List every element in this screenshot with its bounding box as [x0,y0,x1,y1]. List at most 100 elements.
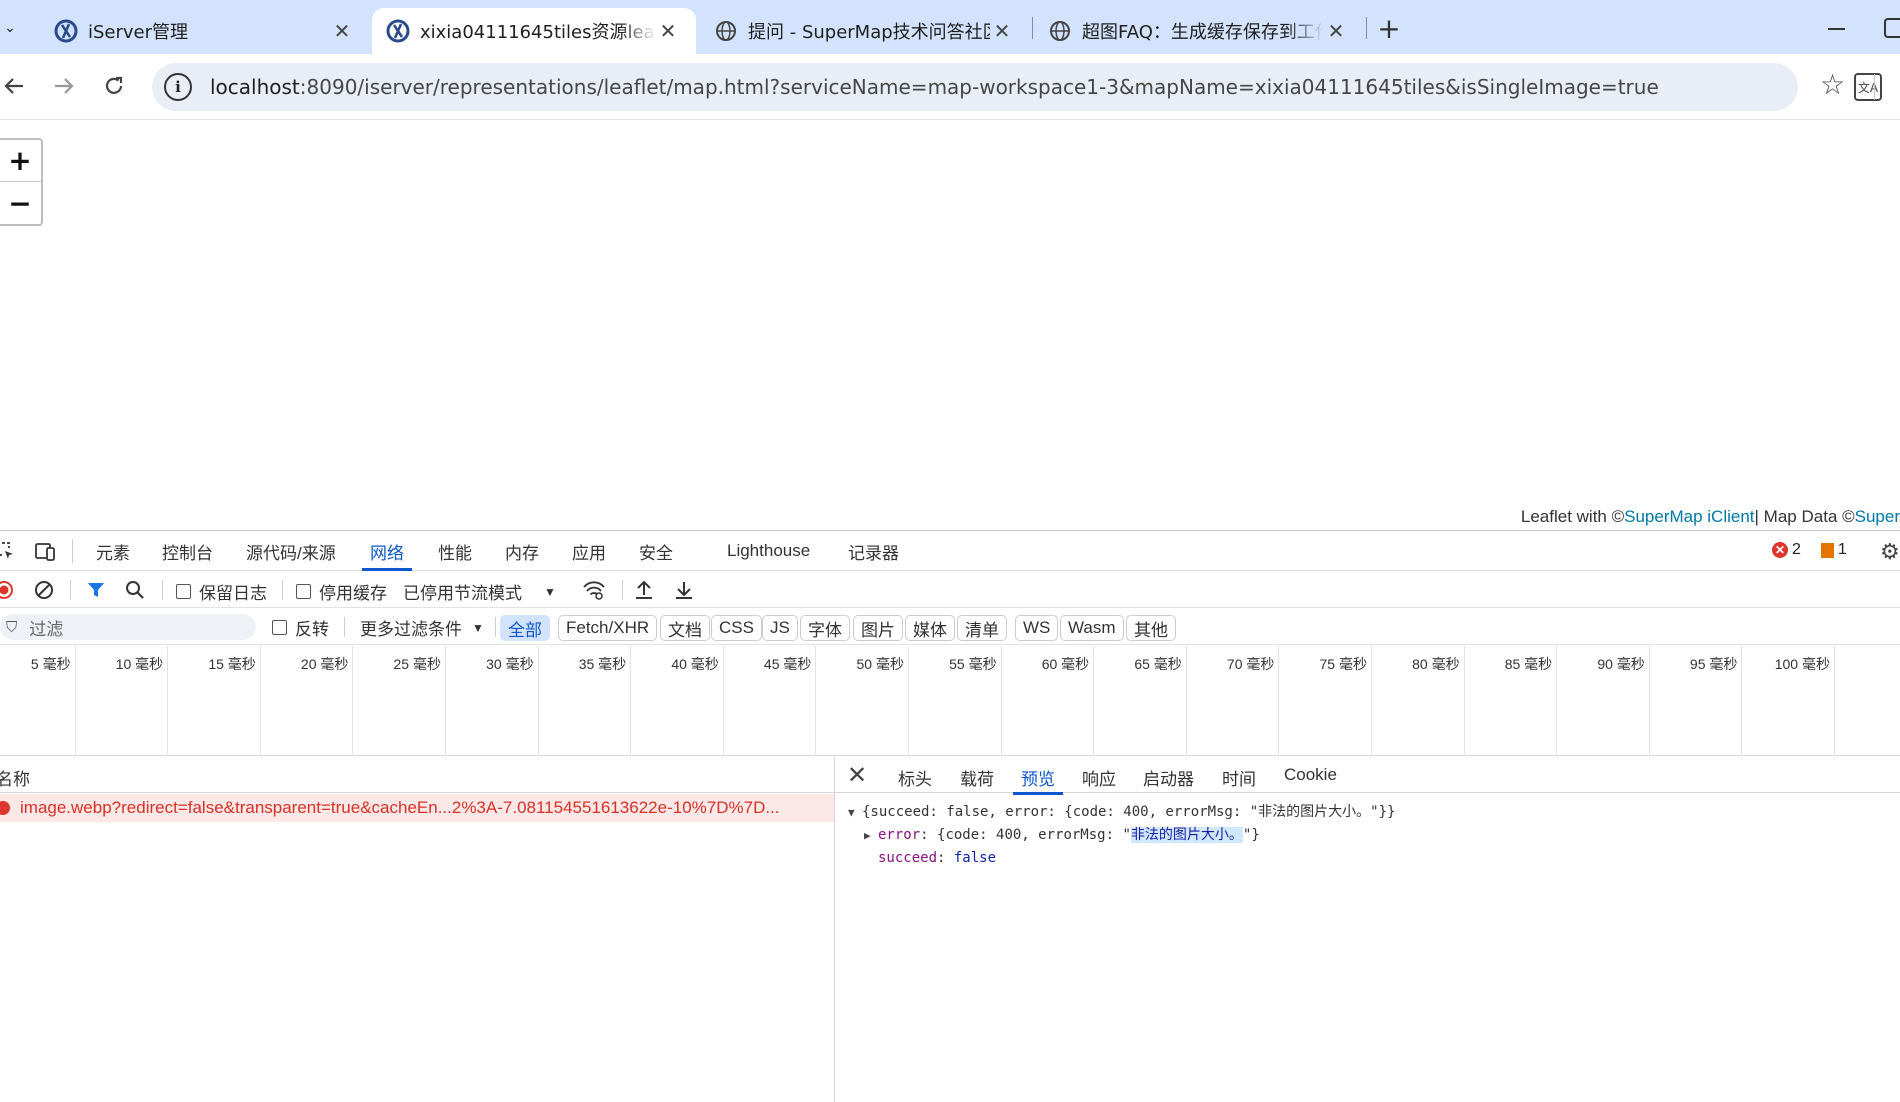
filter-chip-wasm[interactable]: Wasm [1060,615,1124,641]
filter-input[interactable]: ⛉ 过滤 [0,614,256,640]
disable-cache-checkbox[interactable]: 停用缓存 [296,579,387,604]
detail-tab-payload[interactable]: 载荷 [960,765,994,790]
devtools-tab-sources[interactable]: 源代码/来源 [246,531,336,571]
collapsed-triangle-icon[interactable]: ▶ [864,824,878,847]
minimize-window-icon[interactable] [1822,14,1852,42]
filter-chip-css[interactable]: CSS [711,615,762,641]
preserve-log-checkbox[interactable]: 保留日志 [176,579,267,604]
filter-chip-media[interactable]: 媒体 [905,615,955,641]
forward-arrow-icon[interactable] [44,66,84,106]
json-root-line[interactable]: ▼ {succeed: false, error: {code: 400, err… [848,801,1395,824]
timeline-column: 80 毫秒 [1372,646,1465,756]
map-viewport[interactable]: + − Leaflet with © SuperMap iClient | Ma… [0,121,1900,530]
devtools-tab-memory[interactable]: 内存 [505,531,539,571]
filter-chip-other[interactable]: 其他 [1126,615,1176,641]
url-path: :8090/iserver/representations/leaflet/ma… [299,75,1659,99]
export-har-download-icon[interactable] [674,579,694,601]
name-column-header[interactable]: 名称 [0,765,30,790]
site-info-icon[interactable]: i [164,73,192,101]
close-icon[interactable]: ✕ [847,761,867,790]
translate-icon[interactable]: 文A [1854,73,1882,101]
url-text[interactable]: localhost:8090/iserver/representations/l… [210,75,1659,99]
expanded-triangle-icon[interactable]: ▼ [848,801,862,824]
timeline-tick-label: 25 毫秒 [393,656,441,672]
filter-chip-img[interactable]: 图片 [853,615,903,641]
filter-chip-doc[interactable]: 文档 [660,615,710,641]
devtools-tab-console[interactable]: 控制台 [162,531,213,571]
supermap-favicon-icon [386,19,410,43]
tab-close-icon[interactable]: ✕ [1324,19,1348,43]
detail-tab-initiator[interactable]: 启动器 [1143,765,1194,790]
more-filters-dropdown[interactable]: 更多过滤条件 ▼ [360,615,484,640]
supermap-link[interactable]: Super [1855,507,1900,527]
inspect-element-icon[interactable] [0,540,16,562]
detail-tab-cookies[interactable]: Cookie [1284,765,1337,785]
device-toolbar-icon[interactable] [34,540,56,562]
json-value: "} [1242,827,1260,843]
timeline-tick-label: 65 毫秒 [1134,656,1182,672]
issues-counter[interactable]: ✕ 2 1 [1772,541,1847,559]
bookmarks-star-icon[interactable]: ☆ [1820,68,1845,101]
tab-search-dropdown-icon[interactable]: ⌄ [0,16,20,40]
zoom-in-button[interactable]: + [0,140,41,182]
json-error-line[interactable]: ▶ error: {code: 400, errorMsg: "非法的图片大小。"… [848,824,1395,847]
timeline-tick-label: 15 毫秒 [208,656,256,672]
clear-icon[interactable] [34,580,54,600]
request-row[interactable]: image.webp?redirect=false&transparent=tr… [0,794,834,822]
timeline-tick-label: 35 毫秒 [578,656,627,672]
reload-icon[interactable] [94,66,134,106]
devtools-tab-lighthouse[interactable]: Lighthouse [727,531,810,571]
invert-checkbox[interactable]: 反转 [272,615,329,640]
devtools-tab-recorder[interactable]: 记录器 [848,531,899,571]
devtools-tab-security[interactable]: 安全 [639,531,673,571]
detail-tab-headers[interactable]: 标头 [898,765,932,790]
detail-tab-response[interactable]: 响应 [1082,765,1116,790]
filter-chip-all[interactable]: 全部 [500,615,550,641]
tab-supermap-faq[interactable]: 超图FAQ：生成缓存保存到工作 ✕ [1034,8,1364,54]
new-tab-plus-icon[interactable]: + [1375,12,1403,45]
url-host: localhost [210,75,300,99]
timeline-tick-label: 55 毫秒 [949,656,997,672]
back-arrow-icon[interactable] [0,66,34,106]
tab-close-icon[interactable]: ✕ [656,19,680,43]
json-summary: {succeed: false, error: {code: 400, erro… [862,804,1396,820]
filter-chip-js[interactable]: JS [762,615,798,641]
timeline-column: 30 毫秒 [446,646,539,756]
filter-chip-ws[interactable]: WS [1015,615,1059,641]
checkbox[interactable] [272,620,287,635]
tab-supermap-qa[interactable]: 提问 - SuperMap技术问答社区 ✕ [700,8,1030,54]
filter-chip-font[interactable]: 字体 [800,615,850,641]
restore-window-icon[interactable] [1884,18,1900,38]
supermap-iclient-link[interactable]: SuperMap iClient [1624,507,1754,527]
filter-funnel-icon[interactable] [86,580,106,600]
throttling-select[interactable]: 已停用节流模式 ▼ [403,579,556,604]
tab-close-icon[interactable]: ✕ [990,19,1014,43]
filter-chip-fetch-xhr[interactable]: Fetch/XHR [558,615,658,641]
address-bar[interactable]: i localhost:8090/iserver/representations… [152,63,1882,111]
detail-tab-preview[interactable]: 预览 [1013,765,1063,795]
tab-iserver[interactable]: iServer管理 ✕ [40,8,370,54]
timeline-column: 20 毫秒 [261,646,354,756]
tab-close-icon[interactable]: ✕ [330,19,354,43]
filter-chip-manifest[interactable]: 清单 [957,615,1007,641]
devtools-tab-application[interactable]: 应用 [572,531,606,571]
devtools-tab-elements[interactable]: 元素 [96,531,130,571]
devtools-panel: 元素 控制台 源代码/来源 网络 性能 内存 应用 安全 Lighthouse … [0,530,1900,1102]
toolbar-divider [70,580,71,600]
search-icon[interactable] [125,580,145,600]
devtools-tab-performance[interactable]: 性能 [438,531,472,571]
panel-splitter[interactable] [834,757,835,1102]
network-overview-timeline[interactable]: 5 毫秒 10 毫秒 15 毫秒 20 毫秒 25 毫秒 30 毫秒 35 毫秒 40 毫秒 4… [0,646,1900,756]
record-stop-icon[interactable] [0,580,14,600]
checkbox[interactable] [296,584,311,599]
tab-title: xixia04111645tiles资源leaflet [420,22,656,43]
tab-leaflet-map[interactable]: xixia04111645tiles资源leaflet ✕ [372,8,696,54]
zoom-out-button[interactable]: − [0,182,41,224]
settings-gear-icon[interactable]: ⚙ [1880,539,1900,565]
checkbox[interactable] [176,584,191,599]
import-har-upload-icon[interactable] [634,579,654,601]
detail-tab-timing[interactable]: 时间 [1222,765,1256,790]
network-conditions-icon[interactable] [582,580,606,600]
warning-icon [1820,542,1834,558]
devtools-tab-network[interactable]: 网络 [362,531,412,571]
